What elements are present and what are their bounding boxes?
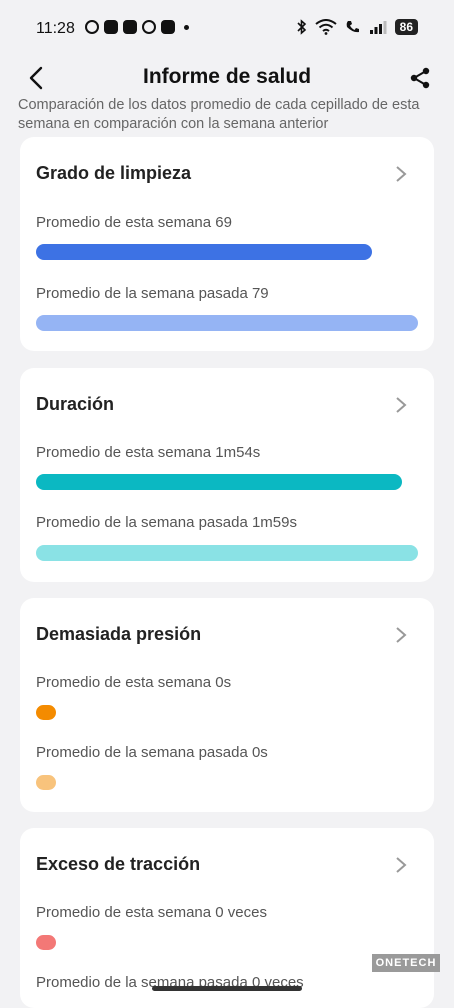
last-week-bar (36, 315, 418, 331)
status-bar: 11:28 86 (0, 0, 454, 52)
this-week-label: Promedio de esta semana 69 (36, 214, 232, 231)
app-notification-icon (161, 20, 175, 34)
battery-indicator: 86 (394, 19, 418, 35)
more-notifications-icon (184, 24, 189, 30)
last-week-bar (36, 775, 56, 790)
this-week-label: Promedio de esta semana 0s (36, 674, 232, 691)
bluetooth-icon (297, 19, 306, 35)
page-title: Informe de salud (142, 65, 312, 88)
card-title: Demasiada presión (36, 624, 202, 644)
status-time: 11:28 (36, 20, 75, 37)
signal-icon (369, 21, 387, 34)
system-icons: 86 (297, 19, 418, 35)
comparison-description: Comparación de los datos promedio de cad… (18, 97, 420, 132)
card-title: Duración (36, 394, 115, 414)
last-week-label: Promedio de la semana pasada 1m59s (36, 514, 297, 531)
app-notification-icon (123, 20, 137, 34)
app-notification-icon (104, 20, 118, 34)
card-title: Exceso de tracción (36, 854, 201, 874)
share-button[interactable] (406, 64, 434, 92)
home-indicator[interactable] (152, 986, 302, 991)
excess-traction-card[interactable]: Exceso de tracción Promedio de esta sema… (20, 828, 434, 1008)
this-week-bar (36, 935, 56, 950)
g-app-icon (142, 20, 156, 34)
this-week-label: Promedio de esta semana 0 veces (36, 904, 267, 921)
wifi-icon (315, 19, 337, 35)
this-week-bar (36, 244, 372, 260)
card-title: Grado de limpieza (36, 163, 192, 183)
watermark: ONETECH (372, 954, 440, 972)
this-week-bar (36, 474, 402, 490)
chevron-right-icon (396, 857, 407, 873)
chevron-right-icon (396, 627, 407, 643)
last-week-bar (36, 545, 418, 561)
duration-card[interactable]: Duración Promedio de esta semana 1m54s P… (20, 368, 434, 582)
share-icon (410, 67, 430, 89)
excess-pressure-card[interactable]: Demasiada presión Promedio de esta seman… (20, 598, 434, 812)
notification-icons (85, 20, 189, 34)
chevron-right-icon (396, 397, 407, 413)
whatsapp-icon (85, 20, 99, 34)
wifi-calling-icon (346, 21, 359, 33)
this-week-bar (36, 705, 56, 720)
this-week-label: Promedio de esta semana 1m54s (36, 444, 261, 461)
last-week-label: Promedio de la semana pasada 0s (36, 744, 268, 761)
chevron-right-icon (396, 166, 407, 182)
cleanliness-card[interactable]: Grado de limpieza Promedio de esta seman… (20, 137, 434, 351)
last-week-label: Promedio de la semana pasada 79 (36, 285, 269, 302)
